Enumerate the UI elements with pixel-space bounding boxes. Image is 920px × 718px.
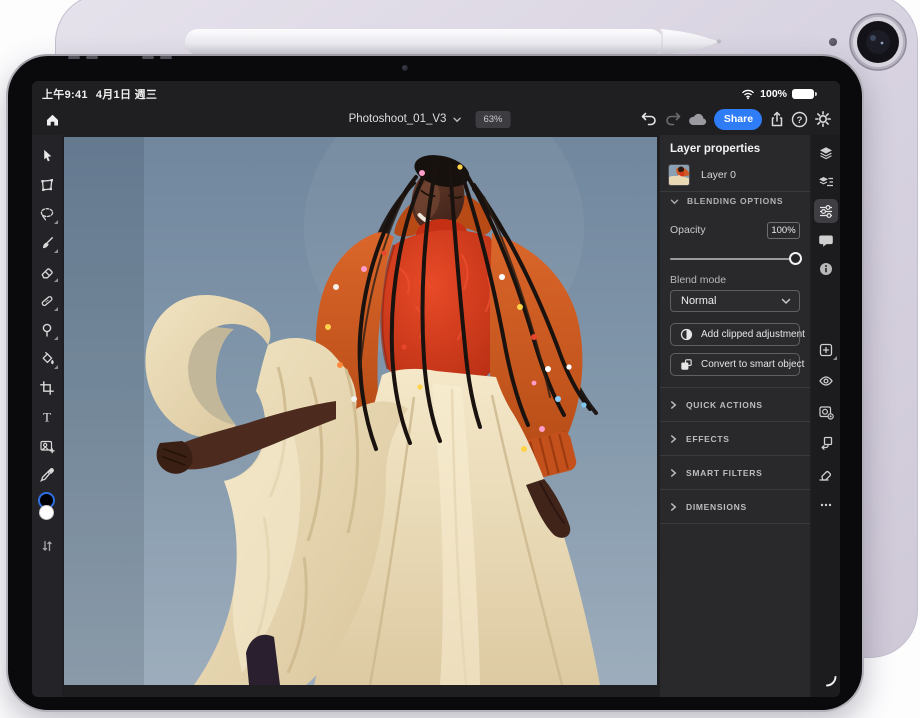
clone-stamp-tool[interactable] (33, 316, 61, 344)
add-layer-icon[interactable] (814, 338, 838, 362)
canvas[interactable] (64, 137, 657, 685)
adjustment-icon (680, 328, 693, 341)
layers-icon[interactable] (814, 141, 838, 165)
home-button[interactable] (40, 108, 64, 132)
rear-mic-icon (829, 38, 837, 46)
app-screen: 上午9:41 4月1日 週三 100% (32, 81, 840, 697)
speaker-slit (142, 56, 154, 59)
opacity-slider[interactable] (670, 252, 800, 266)
home-icon (44, 112, 61, 128)
smart-object-icon (680, 358, 693, 371)
chevron-down-icon (781, 297, 791, 305)
chevron-right-icon (670, 468, 677, 478)
layer-list-icon[interactable] (814, 170, 838, 194)
status-time: 上午9:41 (42, 86, 88, 102)
svg-text:?: ? (796, 115, 802, 126)
slider-knob[interactable] (789, 252, 802, 265)
clipping-mask-icon[interactable] (814, 431, 838, 455)
eraser-tool[interactable] (33, 258, 61, 286)
place-photo-tool[interactable] (33, 432, 61, 460)
chevron-right-icon (670, 400, 677, 410)
speaker-slit (160, 56, 172, 59)
comments-icon[interactable] (814, 228, 838, 252)
divider (660, 191, 810, 192)
convert-smart-object-button[interactable]: Convert to smart object (670, 353, 800, 376)
panel-switch-rail (812, 135, 840, 697)
slider-track[interactable] (670, 258, 800, 260)
wifi-icon (741, 88, 755, 100)
section-smart-filters[interactable]: SMART FILTERS (670, 456, 800, 489)
flatten-icon[interactable] (814, 462, 838, 486)
corner-swipe-indicator (823, 673, 839, 689)
layer-row[interactable]: Layer 0 (668, 161, 802, 189)
chevron-down-icon (452, 116, 461, 123)
brush-tool[interactable] (33, 229, 61, 257)
layer-mask-icon[interactable] (814, 400, 838, 424)
status-bar: 上午9:41 4月1日 週三 100% (32, 84, 840, 104)
rear-camera-icon (846, 10, 910, 74)
undo-icon[interactable] (640, 111, 658, 127)
section-effects[interactable]: EFFECTS (670, 422, 800, 455)
marketing-scene: 上午9:41 4月1日 週三 100% (0, 0, 920, 718)
opacity-label: Opacity (670, 224, 706, 236)
blend-mode-dropdown[interactable]: Normal (670, 290, 800, 312)
front-ipad-device: 上午9:41 4月1日 週三 100% (6, 54, 864, 712)
layer-name: Layer 0 (701, 169, 736, 181)
healing-brush-tool[interactable] (33, 287, 61, 315)
front-camera-icon (402, 65, 408, 71)
status-date: 4月1日 週三 (96, 86, 157, 102)
speaker-slit (86, 56, 98, 59)
header-actions: Share ? (640, 103, 832, 135)
settings-gear-icon[interactable] (814, 110, 832, 128)
battery-percent: 100% (760, 88, 787, 100)
type-tool[interactable]: T (33, 403, 61, 431)
add-clipped-adjustment-button[interactable]: Add clipped adjustment (670, 323, 800, 346)
svg-text:T: T (43, 410, 51, 425)
transform-tool[interactable] (33, 171, 61, 199)
background-color-swatch[interactable] (39, 505, 54, 520)
battery-icon (792, 89, 814, 100)
section-quick-actions[interactable]: QUICK ACTIONS (670, 388, 800, 421)
more-options-icon[interactable] (814, 493, 838, 517)
panel-title: Layer properties (670, 143, 760, 155)
eyedropper-tool[interactable] (33, 461, 61, 489)
chevron-right-icon (670, 502, 677, 512)
export-icon[interactable] (769, 111, 785, 128)
share-button[interactable]: Share (714, 109, 762, 130)
document-title-group[interactable]: Photoshoot_01_V3 63% (349, 103, 511, 135)
help-icon[interactable]: ? (791, 111, 808, 128)
lasso-select-tool[interactable] (33, 200, 61, 228)
cloud-sync-icon[interactable] (688, 112, 708, 127)
blend-mode-label: Blend mode (670, 274, 726, 286)
redo-icon[interactable] (664, 111, 682, 127)
top-toolbar: Photoshoot_01_V3 63% (32, 103, 840, 135)
layer-properties-icon[interactable] (814, 199, 838, 223)
tool-bar: T (32, 135, 62, 697)
move-tool[interactable] (33, 142, 61, 170)
chevron-down-icon (670, 198, 679, 205)
chevron-right-icon (670, 434, 677, 444)
swap-colors-icon[interactable] (33, 534, 61, 558)
crop-tool[interactable] (33, 374, 61, 402)
section-dimensions[interactable]: DIMENSIONS (670, 490, 800, 523)
layer-properties-panel: Layer properties Layer 0 (660, 135, 810, 697)
document-info-icon[interactable] (814, 257, 838, 281)
opacity-value-field[interactable]: 100% (767, 222, 800, 239)
divider (660, 523, 810, 524)
blending-options-header[interactable]: BLENDING OPTIONS (670, 196, 783, 206)
opacity-row: Opacity 100% (670, 221, 800, 239)
color-swatches[interactable] (33, 492, 61, 528)
layer-visibility-icon[interactable] (814, 369, 838, 393)
document-title: Photoshoot_01_V3 (349, 113, 447, 125)
zoom-level-badge[interactable]: 63% (475, 111, 510, 128)
blend-mode-value: Normal (681, 295, 716, 307)
layer-thumbnail (668, 164, 690, 186)
speaker-slit (68, 56, 80, 59)
fill-tool[interactable] (33, 345, 61, 373)
